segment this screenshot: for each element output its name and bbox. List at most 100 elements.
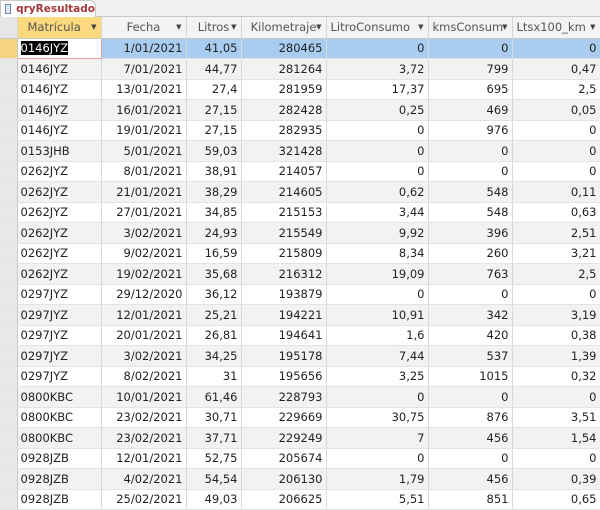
cell-kilometraje[interactable]: 280465 (241, 38, 327, 59)
cell-ltsx100-km[interactable]: 0 (512, 386, 600, 408)
cell-litroconsumo[interactable]: 8,34 (326, 243, 429, 264)
cell-fecha[interactable]: 12/01/2021 (101, 304, 187, 326)
cell-matr-cula[interactable]: 0262JYZ (17, 181, 102, 203)
cell-litros[interactable]: 54,54 (186, 468, 242, 490)
record-selector[interactable] (0, 202, 18, 223)
cell-kmsconsum[interactable]: 537 (428, 345, 513, 367)
cell-kmsconsum[interactable]: 342 (428, 304, 513, 326)
cell-litroconsumo[interactable]: 7 (326, 427, 429, 449)
cell-kmsconsum[interactable]: 396 (428, 222, 513, 244)
cell-fecha[interactable]: 16/01/2021 (101, 99, 187, 121)
cell-ltsx100-km[interactable]: 0 (512, 140, 600, 162)
table-row[interactable]: 0262JYZ 3/02/2021 24,93 215549 9,92 396 2,51 (0, 222, 600, 244)
dropdown-arrow-icon[interactable]: ▼ (176, 23, 181, 31)
record-selector[interactable] (0, 263, 18, 285)
table-row[interactable]: 0928JZB 4/02/2021 54,54 206130 1,79 456 0,39 (0, 468, 600, 490)
table-row[interactable]: 0262JYZ 19/02/2021 35,68 216312 19,09 763 2,5 (0, 263, 600, 285)
dropdown-arrow-icon[interactable]: ▼ (231, 23, 236, 31)
cell-kilometraje[interactable]: 206625 (241, 489, 327, 510)
cell-litros[interactable]: 34,25 (186, 345, 242, 367)
cell-litros[interactable]: 36,12 (186, 284, 242, 305)
cell-litroconsumo[interactable]: 0 (326, 448, 429, 469)
cell-matr-cula[interactable]: 0297JYZ (17, 284, 102, 305)
cell-litros[interactable]: 25,21 (186, 304, 242, 326)
table-row[interactable]: 0800KBC 10/01/2021 61,46 228793 0 0 0 (0, 386, 600, 408)
cell-kilometraje[interactable]: 215549 (241, 222, 327, 244)
cell-kilometraje[interactable]: 215153 (241, 202, 327, 223)
cell-fecha[interactable]: 10/01/2021 (101, 386, 187, 408)
table-row[interactable]: 0297JYZ 29/12/2020 36,12 193879 0 0 0 (0, 284, 600, 305)
table-row[interactable]: 0262JYZ 27/01/2021 34,85 215153 3,44 548 0,63 (0, 202, 600, 223)
cell-litros[interactable]: 26,81 (186, 325, 242, 346)
cell-ltsx100-km[interactable]: 0 (512, 448, 600, 469)
cell-ltsx100-km[interactable]: 3,19 (512, 304, 600, 326)
cell-litroconsumo[interactable]: 0 (326, 140, 429, 162)
cell-fecha[interactable]: 7/01/2021 (101, 58, 187, 80)
cell-ltsx100-km[interactable]: 0,05 (512, 99, 600, 121)
cell-ltsx100-km[interactable]: 0 (512, 284, 600, 305)
record-selector[interactable] (0, 120, 18, 141)
cell-matr-cula[interactable]: 0146JYZ (17, 99, 102, 121)
cell-litros[interactable]: 59,03 (186, 140, 242, 162)
record-selector[interactable] (0, 79, 18, 100)
table-row[interactable]: 0262JYZ 8/01/2021 38,91 214057 0 0 0 (0, 161, 600, 182)
cell-ltsx100-km[interactable]: 0 (512, 38, 600, 59)
cell-litros[interactable]: 31 (186, 366, 242, 387)
cell-litros[interactable]: 27,4 (186, 79, 242, 100)
cell-ltsx100-km[interactable]: 2,51 (512, 222, 600, 244)
cell-kmsconsum[interactable]: 456 (428, 427, 513, 449)
cell-litros[interactable]: 34,85 (186, 202, 242, 223)
cell-kilometraje[interactable]: 228793 (241, 386, 327, 408)
cell-ltsx100-km[interactable]: 2,5 (512, 79, 600, 100)
table-row[interactable]: 0928JZB 25/02/2021 49,03 206625 5,51 851 0,65 (0, 489, 600, 510)
cell-matr-cula[interactable]: 0262JYZ (17, 222, 102, 244)
table-row[interactable]: 0153JHB 5/01/2021 59,03 321428 0 0 0 (0, 140, 600, 162)
cell-fecha[interactable]: 8/01/2021 (101, 161, 187, 182)
cell-kmsconsum[interactable]: 0 (428, 38, 513, 59)
cell-litroconsumo[interactable]: 0 (326, 120, 429, 141)
cell-kmsconsum[interactable]: 260 (428, 243, 513, 264)
cell-litros[interactable]: 38,29 (186, 181, 242, 203)
table-row[interactable]: 0800KBC 23/02/2021 30,71 229669 30,75 876 3,51 (0, 407, 600, 428)
cell-matr-cula[interactable]: 0146JYZ (17, 120, 102, 141)
cell-fecha[interactable]: 23/02/2021 (101, 407, 187, 428)
dropdown-arrow-icon[interactable]: ▼ (502, 23, 507, 31)
cell-litros[interactable]: 27,15 (186, 99, 242, 121)
cell-litroconsumo[interactable]: 0,25 (326, 99, 429, 121)
cell-litroconsumo[interactable]: 1,6 (326, 325, 429, 346)
cell-matr-cula[interactable]: 0928JZB (17, 468, 102, 490)
record-selector[interactable] (0, 304, 18, 326)
record-selector[interactable] (0, 284, 18, 305)
column-header-litroconsumo[interactable]: LitroConsumo ▼ (326, 17, 429, 39)
cell-kilometraje[interactable]: 282428 (241, 99, 327, 121)
cell-matr-cula[interactable]: 0297JYZ (17, 345, 102, 367)
record-selector[interactable] (0, 161, 18, 182)
cell-litros[interactable]: 35,68 (186, 263, 242, 285)
cell-litroconsumo[interactable]: 17,37 (326, 79, 429, 100)
cell-litros[interactable]: 44,77 (186, 58, 242, 80)
dropdown-arrow-icon[interactable]: ▼ (91, 23, 96, 31)
cell-kilometraje[interactable]: 321428 (241, 140, 327, 162)
cell-litroconsumo[interactable]: 3,25 (326, 366, 429, 387)
cell-litros[interactable]: 37,71 (186, 427, 242, 449)
cell-kilometraje[interactable]: 194641 (241, 325, 327, 346)
table-row[interactable]: 0297JYZ 3/02/2021 34,25 195178 7,44 537 1,39 (0, 345, 600, 367)
cell-ltsx100-km[interactable]: 0 (512, 161, 600, 182)
cell-kmsconsum[interactable]: 0 (428, 386, 513, 408)
cell-litroconsumo[interactable]: 3,44 (326, 202, 429, 223)
column-header-ltsx100-km[interactable]: Ltsx100_km ▼ (512, 17, 600, 39)
cell-matr-cula[interactable]: 0800KBC (17, 427, 102, 449)
table-row[interactable]: 0297JYZ 8/02/2021 31 195656 3,25 1015 0,32 (0, 366, 600, 387)
record-selector[interactable] (0, 468, 18, 490)
cell-fecha[interactable]: 3/02/2021 (101, 222, 187, 244)
table-row[interactable]: 0800KBC 23/02/2021 37,71 229249 7 456 1,54 (0, 427, 600, 449)
cell-matr-cula[interactable]: 0297JYZ (17, 325, 102, 346)
cell-kmsconsum[interactable]: 851 (428, 489, 513, 510)
cell-litroconsumo[interactable]: 0,62 (326, 181, 429, 203)
cell-kmsconsum[interactable]: 420 (428, 325, 513, 346)
cell-litroconsumo[interactable]: 0 (326, 284, 429, 305)
record-selector[interactable] (0, 427, 18, 449)
cell-ltsx100-km[interactable]: 2,5 (512, 263, 600, 285)
cell-kilometraje[interactable]: 194221 (241, 304, 327, 326)
cell-ltsx100-km[interactable]: 0,11 (512, 181, 600, 203)
